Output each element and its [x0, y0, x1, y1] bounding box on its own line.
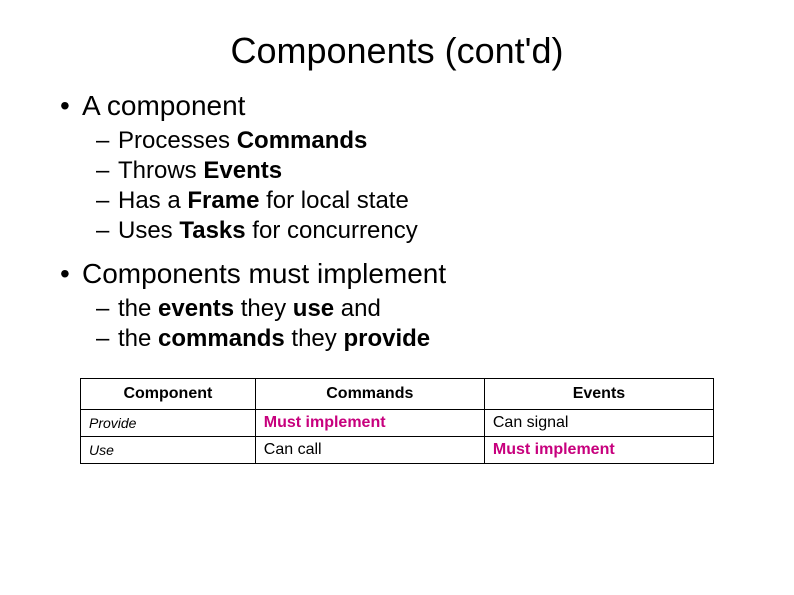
row-use: Use: [81, 437, 256, 464]
sub-text: Processes Commands: [118, 126, 367, 156]
table-row: Provide Must implement Can signal: [81, 410, 714, 437]
sub-tasks: – Uses Tasks for concurrency: [96, 216, 734, 246]
sub-list-2: – the events they use and – the commands…: [96, 294, 734, 354]
table: Component Commands Events Provide Must i…: [80, 378, 714, 464]
sub-commands-provide: – the commands they provide: [96, 324, 734, 354]
row-provide: Provide: [81, 410, 256, 437]
col-events: Events: [484, 379, 713, 410]
dash-icon: –: [96, 186, 118, 216]
table-header-row: Component Commands Events: [81, 379, 714, 410]
sub-processes: – Processes Commands: [96, 126, 734, 156]
dash-icon: –: [96, 216, 118, 246]
sub-list-1: – Processes Commands – Throws Events – H…: [96, 126, 734, 246]
dash-icon: –: [96, 294, 118, 324]
sub-events-use: – the events they use and: [96, 294, 734, 324]
bullet-icon: •: [60, 90, 82, 122]
sub-text: Throws Events: [118, 156, 282, 186]
sub-throws: – Throws Events: [96, 156, 734, 186]
dash-icon: –: [96, 324, 118, 354]
bullet-text: Components must implement: [82, 258, 446, 290]
dash-icon: –: [96, 126, 118, 156]
sub-text: Uses Tasks for concurrency: [118, 216, 418, 246]
col-component: Component: [81, 379, 256, 410]
slide-title: Components (cont'd): [60, 30, 734, 72]
component-table: Component Commands Events Provide Must i…: [80, 378, 714, 464]
table-row: Use Can call Must implement: [81, 437, 714, 464]
bullet-text: A component: [82, 90, 245, 122]
cell: Must implement: [484, 437, 713, 464]
slide: Components (cont'd) • A component – Proc…: [0, 0, 794, 595]
col-commands: Commands: [255, 379, 484, 410]
sub-text: Has a Frame for local state: [118, 186, 409, 216]
cell: Can call: [255, 437, 484, 464]
cell: Can signal: [484, 410, 713, 437]
bullet-implement: • Components must implement: [60, 258, 734, 290]
bullet-component: • A component: [60, 90, 734, 122]
bullet-icon: •: [60, 258, 82, 290]
sub-frame: – Has a Frame for local state: [96, 186, 734, 216]
dash-icon: –: [96, 156, 118, 186]
cell: Must implement: [255, 410, 484, 437]
sub-text: the events they use and: [118, 294, 381, 324]
sub-text: the commands they provide: [118, 324, 430, 354]
